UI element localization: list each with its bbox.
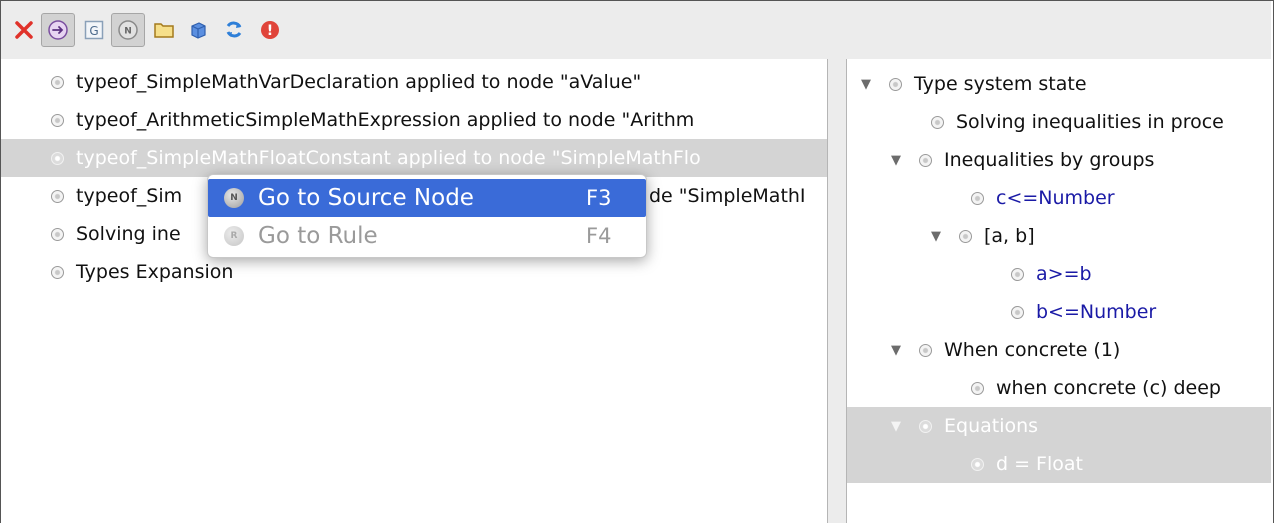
tree-node-type-relation[interactable]: b<=Number <box>1011 293 1271 331</box>
tree-node-equations-selected[interactable]: ▼ Equations <box>847 407 1271 445</box>
toolbar: G N ! <box>1 1 1271 59</box>
expand-triangle-icon[interactable]: ▼ <box>891 153 905 168</box>
error-icon: ! <box>259 19 281 41</box>
node-bullet-icon <box>889 77 902 91</box>
node-bullet-icon <box>51 151 64 165</box>
close-button[interactable] <box>7 13 41 47</box>
tree-node-type-relation[interactable]: c<=Number <box>971 179 1271 217</box>
splitter[interactable] <box>828 59 846 523</box>
show-node-button[interactable]: N <box>111 13 145 47</box>
expand-triangle-icon[interactable]: ▼ <box>891 419 905 434</box>
n-node-icon: N <box>224 188 244 208</box>
node-bullet-icon <box>1011 305 1024 319</box>
n-node-icon: N <box>117 19 139 41</box>
type-system-state-tree[interactable]: ▼ Type system state Solving inequalities… <box>846 59 1271 523</box>
node-bullet-icon <box>51 113 64 127</box>
tree-node-when-concrete[interactable]: ▼ When concrete (1) <box>891 331 1271 369</box>
node-bullet-icon <box>1011 267 1024 281</box>
trace-row[interactable]: typeof_SimpleMathVarDeclaration applied … <box>1 63 827 101</box>
expand-triangle-icon[interactable]: ▼ <box>861 77 875 92</box>
svg-text:N: N <box>124 27 132 37</box>
tree-node[interactable]: Solving inequalities in proce <box>931 103 1271 141</box>
tree-node-type-system-state[interactable]: ▼ Type system state <box>861 65 1271 103</box>
node-bullet-icon <box>971 381 984 395</box>
node-bullet-icon <box>919 419 932 433</box>
node-bullet-icon <box>51 75 64 89</box>
refresh-icon <box>222 18 246 42</box>
tree-node-equation-selected[interactable]: d = Float <box>847 445 1271 483</box>
refresh-button[interactable] <box>217 13 251 47</box>
navigate-button[interactable] <box>41 13 75 47</box>
show-errors-button[interactable]: ! <box>253 13 287 47</box>
node-bullet-icon <box>919 153 932 167</box>
expand-triangle-icon[interactable]: ▼ <box>931 229 945 244</box>
rule-icon: R <box>224 226 244 246</box>
g-box-icon: G <box>83 19 105 41</box>
menu-item-go-to-source-node[interactable]: N Go to Source Node F3 <box>208 179 646 217</box>
folder-icon <box>153 20 175 40</box>
trace-row[interactable]: typeof_ArithmeticSimpleMathExpression ap… <box>1 101 827 139</box>
node-bullet-icon <box>919 343 932 357</box>
svg-text:!: ! <box>267 23 273 39</box>
shortcut-label: F4 <box>586 224 612 248</box>
trace-row[interactable]: Types Expansion <box>1 253 827 291</box>
node-bullet-icon <box>971 191 984 205</box>
node-bullet-icon <box>971 457 984 471</box>
node-bullet-icon <box>931 115 944 129</box>
trace-tree[interactable]: typeof_SimpleMathVarDeclaration applied … <box>1 59 828 523</box>
node-bullet-icon <box>51 265 64 279</box>
navigate-arrow-icon <box>47 19 69 41</box>
cube-icon <box>187 19 209 41</box>
show-generated-button[interactable]: G <box>77 13 111 47</box>
svg-text:G: G <box>89 24 98 38</box>
node-bullet-icon <box>51 227 64 241</box>
context-menu: N Go to Source Node F3 R Go to Rule F4 <box>207 174 647 258</box>
node-bullet-icon <box>51 189 64 203</box>
tree-node-type-relation[interactable]: a>=b <box>1011 255 1271 293</box>
shortcut-label: F3 <box>586 186 612 210</box>
close-x-icon <box>13 19 35 41</box>
tree-node-inequalities-by-groups[interactable]: ▼ Inequalities by groups <box>891 141 1271 179</box>
node-bullet-icon <box>959 229 972 243</box>
tree-node[interactable]: when concrete (c) deep <box>971 369 1271 407</box>
tree-node-group[interactable]: ▼ [a, b] <box>931 217 1271 255</box>
collapse-button[interactable] <box>181 13 215 47</box>
expand-triangle-icon[interactable]: ▼ <box>891 343 905 358</box>
open-folder-button[interactable] <box>147 13 181 47</box>
trace-row-selected[interactable]: typeof_SimpleMathFloatConstant applied t… <box>1 139 827 177</box>
menu-item-go-to-rule[interactable]: R Go to Rule F4 <box>208 217 646 255</box>
